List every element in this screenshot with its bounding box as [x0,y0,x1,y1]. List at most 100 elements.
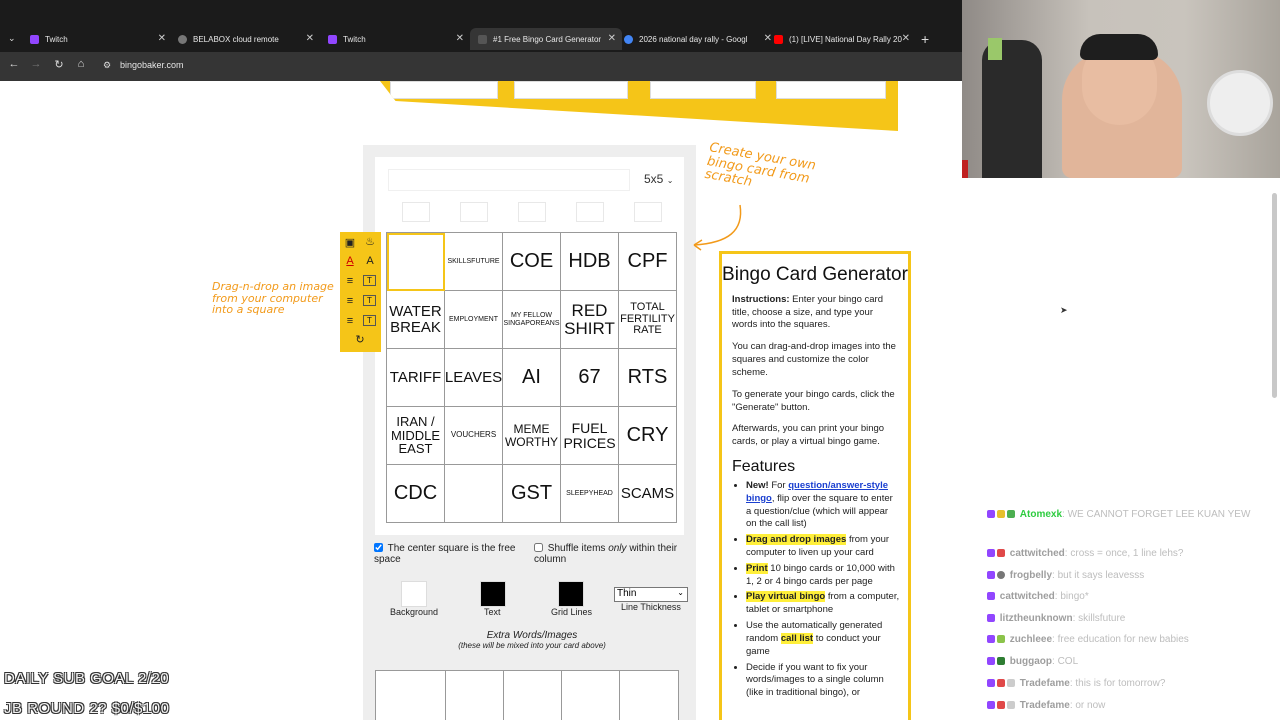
bingo-square[interactable]: EMPLOYMENT [445,291,503,349]
close-icon[interactable]: ✕ [306,33,314,44]
close-icon[interactable]: ✕ [158,33,166,44]
tab-twitch-2[interactable]: Twitch ✕ [328,28,464,50]
bingo-square[interactable]: COE [503,233,561,291]
column-header-input[interactable] [518,202,546,222]
example-card-thumb[interactable] [514,81,628,99]
tab-youtube-live[interactable]: (1) [LIVE] National Day Rally 20 ✕ [774,28,910,50]
close-icon[interactable]: ✕ [902,33,910,44]
bingo-square[interactable]: TARIFF [387,349,445,407]
close-icon[interactable]: ✕ [456,33,464,44]
chevron-down-icon: ⌄ [666,176,674,185]
align-left-icon[interactable]: ≡ [343,275,357,287]
column-header-input[interactable] [460,202,488,222]
bingo-square[interactable]: CDC [387,465,445,523]
refresh-icon[interactable]: ↻ [353,333,367,346]
tab-label: Twitch [343,34,366,44]
align-center-icon[interactable]: ≡ [343,295,357,307]
example-card-thumb[interactable] [776,81,886,99]
shuffle-checkbox[interactable] [534,543,543,552]
bingo-square[interactable] [387,233,445,291]
home-icon[interactable]: ⌂ [74,58,88,70]
tab-bingo-generator[interactable]: #1 Free Bingo Card Generator ✕ [470,28,622,50]
url-field[interactable]: bingobaker.com [120,60,184,70]
bingo-square[interactable]: MY FELLOW SINGAPOREANS [503,291,561,349]
text-box-icon[interactable]: T [363,275,376,286]
feature-item: Use the automatically generated random c… [746,620,900,658]
bingo-square[interactable]: VOUCHERS [445,407,503,465]
close-icon[interactable]: ✕ [764,33,772,44]
image-icon[interactable]: ▣ [343,236,357,249]
fill-bucket-icon[interactable]: ♨ [363,235,377,248]
background-label: Background [390,607,439,617]
tab-label: #1 Free Bingo Card Generator [493,34,602,44]
text-box-icon[interactable]: T [363,315,376,326]
tab-label: BELABOX cloud remote [193,34,279,44]
gift-badge-icon [997,701,1005,709]
site-info-icon[interactable]: ⚙ [100,60,114,71]
bingo-square[interactable]: SCAMS [619,465,677,523]
example-card-thumb[interactable] [390,81,498,99]
text-color-icon[interactable]: A [343,255,357,267]
streamer-hair [1080,34,1158,60]
card-title-input[interactable] [388,169,630,191]
bingo-square[interactable]: HDB [561,233,619,291]
youtube-icon [774,34,783,44]
extra-words-grid[interactable] [375,670,679,720]
features-heading: Features [732,457,796,475]
reload-icon[interactable]: ↻ [52,58,66,71]
line-thickness-label: Line Thickness [621,602,681,612]
example-card-thumb[interactable] [650,81,756,99]
free-space-checkbox[interactable] [374,543,383,552]
print-text: Afterwards, you can print your bingo car… [732,423,885,448]
bingo-square[interactable]: IRAN / MIDDLE EAST [387,407,445,465]
new-tab-plus-icon[interactable]: + [921,31,929,47]
bingo-square[interactable]: 67 [561,349,619,407]
size-select[interactable]: 5x5 ⌄ [644,172,673,186]
chat-message: zuchleee: free education for new babies [987,633,1272,646]
sub-badge-icon [987,635,995,643]
background-color-swatch[interactable] [401,581,427,607]
chat-message: buggaop: COL [987,655,1272,668]
text-size-icon[interactable]: A [363,255,377,267]
bingo-square[interactable] [445,465,503,523]
chevron-down-icon: ⌄ [677,588,684,597]
tab-google-search[interactable]: 2026 national day rally - Googl ✕ [624,28,772,50]
create-from-scratch-note: Create your own bingo card from scratch [703,140,817,191]
bingo-square[interactable]: AI [503,349,561,407]
bingo-square[interactable]: CPF [619,233,677,291]
free-space-option: The center square is the free space [374,543,524,565]
bingo-square[interactable]: CRY [619,407,677,465]
bingo-square[interactable]: RED SHIRT [561,291,619,349]
back-arrow-icon[interactable]: ← [7,58,21,70]
bingo-square[interactable]: SKILLSFUTURE [445,233,503,291]
tab-belabox[interactable]: BELABOX cloud remote ✕ [178,28,314,50]
column-header-input[interactable] [634,202,662,222]
text-color-label: Text [484,607,501,617]
bingo-square[interactable]: WATER BREAK [387,291,445,349]
chat-scrollbar[interactable] [1272,193,1277,398]
bingo-square[interactable]: FUEL PRICES [561,407,619,465]
close-icon[interactable]: ✕ [608,33,616,44]
column-header-input[interactable] [402,202,430,222]
column-header-input[interactable] [576,202,604,222]
bingo-square[interactable]: RTS [619,349,677,407]
bingo-square[interactable]: MEME WORTHY [503,407,561,465]
gift-badge-icon [997,679,1005,687]
shuffle-label: Shuffle items only within their column [534,543,678,565]
tab-twitch-1[interactable]: Twitch ✕ [30,28,166,50]
bingo-square[interactable]: TOTAL FERTILITY RATE [619,291,677,349]
panel-title: Bingo Card Generator [722,264,908,285]
line-thickness-select[interactable]: Thin ⌄ [614,587,688,602]
align-right-icon[interactable]: ≡ [343,315,357,327]
text-color-swatch[interactable] [480,581,506,607]
bingo-square[interactable]: GST [503,465,561,523]
bingo-square[interactable]: SLEEPYHEAD [561,465,619,523]
desk-fan [1207,70,1273,136]
chat-message: litztheunknown: skillsfuture [987,612,1272,625]
red-object [962,160,968,178]
tab-list-chevron-icon[interactable]: ⌄ [8,33,16,44]
bingo-square[interactable]: LEAVES [445,349,503,407]
forward-arrow-icon[interactable]: → [29,58,43,70]
text-box-icon[interactable]: T [363,295,376,306]
grid-lines-color-swatch[interactable] [558,581,584,607]
